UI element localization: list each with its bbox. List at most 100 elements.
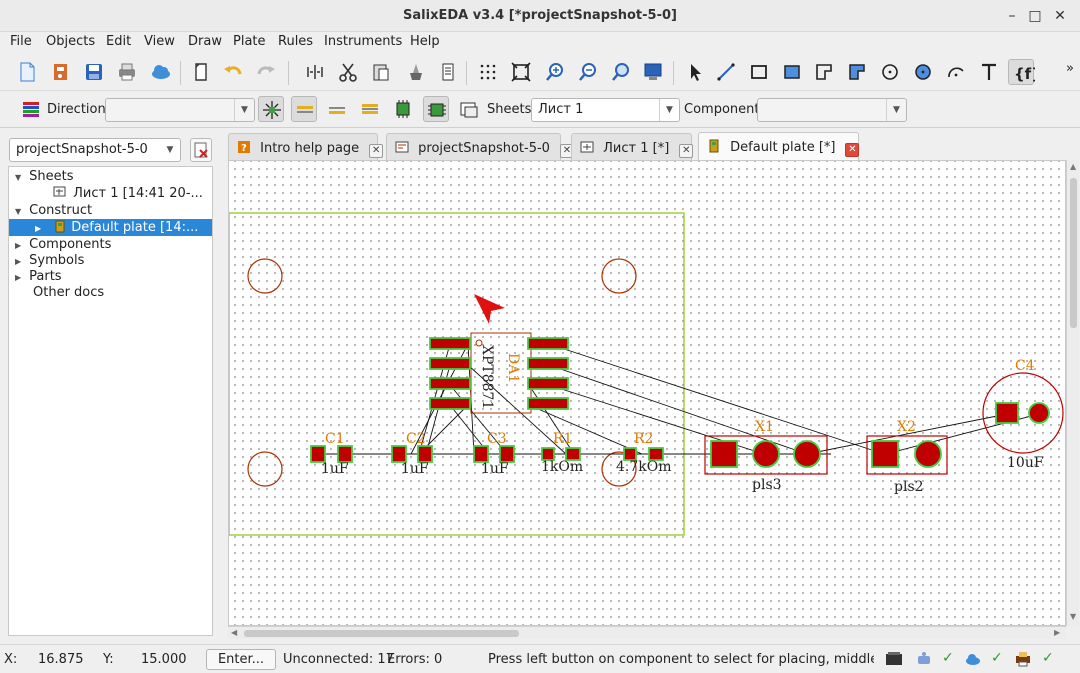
grid-icon[interactable] (475, 59, 501, 85)
project-tree[interactable]: ▼ Sheets Лист 1 [14:41 20-... ▼ Construc… (8, 166, 213, 636)
robot-icon[interactable] (914, 649, 934, 669)
chip-icon[interactable] (390, 96, 416, 122)
cut-icon[interactable] (335, 59, 361, 85)
select-arrow-icon[interactable] (682, 59, 708, 85)
tab-sheet1[interactable]: Лист 1 [*] ✕ (571, 133, 694, 160)
text-icon[interactable] (976, 59, 1002, 85)
menu-objects[interactable]: Objects (46, 34, 95, 49)
tree-item-components[interactable]: ▶ Components (9, 236, 212, 253)
vertical-scroll-thumb[interactable] (1070, 178, 1077, 328)
scroll-left-icon[interactable]: ◀ (231, 628, 237, 637)
maximize-button[interactable]: □ (1025, 6, 1045, 26)
layers-icon[interactable] (18, 96, 44, 122)
monitor-icon[interactable] (640, 59, 666, 85)
film-icon[interactable] (884, 649, 904, 669)
scroll-down-icon[interactable]: ▼ (1070, 612, 1076, 621)
tree-item-construct[interactable]: ▼ Construct (9, 202, 212, 219)
snap-component-icon[interactable] (258, 96, 284, 122)
horizontal-scroll-thumb[interactable] (244, 630, 519, 637)
fit-view-icon[interactable] (508, 59, 534, 85)
minimize-button[interactable]: – (1002, 6, 1022, 26)
menu-instruments[interactable]: Instruments (324, 34, 402, 49)
menu-draw[interactable]: Draw (188, 34, 222, 49)
horizontal-scrollbar[interactable]: ◀ ▶ (228, 626, 1066, 639)
tab-intro-help[interactable]: ? Intro help page ✕ (228, 133, 384, 160)
filled-rect-icon[interactable] (779, 59, 805, 85)
x2-value: pls2 (894, 479, 924, 495)
menu-help[interactable]: Help (410, 34, 440, 49)
properties-icon[interactable] (435, 59, 461, 85)
filled-polygon-icon[interactable] (844, 59, 870, 85)
zoom-in-icon[interactable] (542, 59, 568, 85)
arc-icon[interactable] (943, 59, 969, 85)
vertical-scrollbar[interactable]: ▲ ▼ (1066, 160, 1079, 626)
open-project-icon[interactable] (48, 59, 74, 85)
cloud-sync-icon[interactable] (963, 649, 983, 669)
menu-rules[interactable]: Rules (278, 34, 313, 49)
r1-value: 1kOm (541, 459, 583, 475)
tree-item-sheet[interactable]: Лист 1 [14:41 20-... (9, 185, 212, 202)
sheets-combo[interactable]: Лист 1 ▼ (531, 98, 680, 122)
expand-icon[interactable]: ▶ (15, 237, 25, 253)
menu-plate[interactable]: Plate (233, 34, 266, 49)
component-combo[interactable]: ▼ (757, 98, 907, 122)
scroll-right-icon[interactable]: ▶ (1054, 628, 1060, 637)
expand-icon[interactable]: ▶ (35, 220, 45, 236)
expand-icon[interactable]: ▶ (15, 269, 25, 285)
project-combo[interactable]: projectSnapshot-5-0 ▼ (9, 138, 181, 162)
zoom-window-icon[interactable] (608, 59, 634, 85)
tree-item-symbols[interactable]: ▶ Symbols (9, 252, 212, 269)
x1-ref: X1 (755, 419, 774, 435)
both-sides-icon[interactable] (357, 96, 383, 122)
chevron-down-icon: ▼ (234, 99, 254, 121)
pcb-drawing[interactable]: XPT8871 DA1 C1 1uF C2 1uF C3 1uF R1 1kOm… (229, 161, 1067, 627)
tree-item-default-plate[interactable]: ▶ Default plate [14:... (9, 219, 212, 236)
zoom-out-icon[interactable] (575, 59, 601, 85)
new-sheet-icon[interactable] (188, 59, 214, 85)
tree-item-parts[interactable]: ▶ Parts (9, 268, 212, 285)
tree-item-other-docs[interactable]: Other docs (9, 284, 212, 301)
close-project-button[interactable] (190, 138, 212, 162)
redo-icon[interactable] (253, 59, 279, 85)
tree-item-sheets[interactable]: ▼ Sheets (9, 168, 212, 185)
toolbar-overflow-icon[interactable]: » (1066, 61, 1074, 76)
close-tab-icon[interactable]: ✕ (369, 144, 384, 158)
tab-default-plate[interactable]: Default plate [*] ✕ (698, 132, 860, 161)
board-edge (229, 212, 685, 536)
enter-coords-button[interactable]: Enter... (206, 649, 276, 670)
connector-x1: X1 pls3 (704, 419, 828, 493)
mirror-icon[interactable] (302, 59, 328, 85)
polygon-icon[interactable] (811, 59, 837, 85)
connector-x2: X2 pls2 (866, 419, 948, 495)
expand-icon[interactable]: ▼ (15, 169, 25, 185)
field-icon[interactable]: {f} (1008, 59, 1042, 85)
printer-icon[interactable] (1013, 649, 1033, 669)
close-window-button[interactable]: ✕ (1050, 6, 1070, 26)
clean-icon[interactable] (403, 59, 429, 85)
bottom-side-icon[interactable] (324, 96, 350, 122)
print-icon[interactable] (114, 59, 140, 85)
draw-line-icon[interactable] (713, 59, 739, 85)
cloud-icon[interactable] (148, 59, 174, 85)
tab-project[interactable]: projectSnapshot-5-0 ✕ (386, 133, 574, 160)
close-tab-icon[interactable]: ✕ (679, 144, 694, 158)
close-tab-icon[interactable]: ✕ (845, 143, 860, 157)
paste-icon[interactable] (368, 59, 394, 85)
direction-combo[interactable]: ▼ (105, 98, 255, 122)
circle-icon[interactable] (877, 59, 903, 85)
save-icon[interactable] (81, 59, 107, 85)
menu-file[interactable]: File (10, 34, 32, 49)
draw-rect-icon[interactable] (746, 59, 772, 85)
chip-selected-icon[interactable] (423, 96, 449, 122)
scroll-up-icon[interactable]: ▲ (1070, 162, 1076, 171)
sheets-icon[interactable] (456, 96, 482, 122)
expand-icon[interactable]: ▼ (15, 203, 25, 219)
menu-view[interactable]: View (144, 34, 175, 49)
undo-icon[interactable] (220, 59, 246, 85)
expand-icon[interactable]: ▶ (15, 253, 25, 269)
menu-edit[interactable]: Edit (106, 34, 131, 49)
filled-circle-icon[interactable] (910, 59, 936, 85)
pcb-canvas[interactable]: XPT8871 DA1 C1 1uF C2 1uF C3 1uF R1 1kOm… (228, 160, 1066, 626)
top-side-icon[interactable] (291, 96, 317, 122)
new-file-icon[interactable] (14, 59, 40, 85)
